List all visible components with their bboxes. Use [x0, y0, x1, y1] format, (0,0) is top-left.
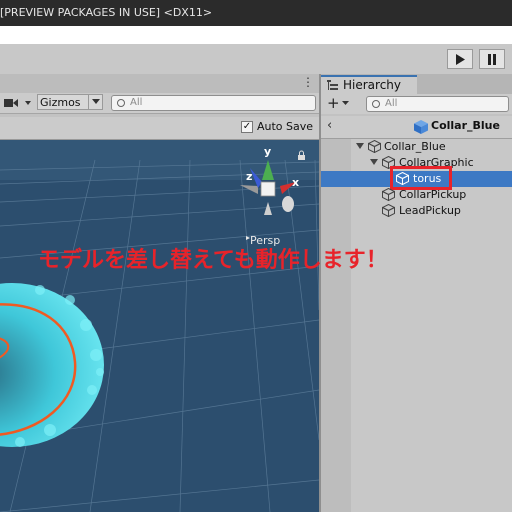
- hierarchy-toolbar: + All: [321, 94, 512, 114]
- scene-search-placeholder: All: [130, 97, 143, 108]
- scene-viewport[interactable]: y x z Persp: [0, 140, 319, 512]
- hierarchy-search-input[interactable]: All: [366, 96, 509, 112]
- scene-grid: y x z Persp: [0, 140, 319, 512]
- dropdown-divider: [88, 95, 89, 109]
- hierarchy-item-leadpickup[interactable]: LeadPickup: [321, 203, 512, 219]
- gameobject-cube-icon: [382, 204, 395, 217]
- scene-search-input[interactable]: All: [111, 95, 316, 111]
- gameobject-cube-icon: [396, 172, 409, 185]
- hierarchy-item-label: LeadPickup: [399, 204, 461, 217]
- hierarchy-search-placeholder: All: [385, 98, 398, 109]
- hierarchy-item-label: torus: [413, 172, 442, 185]
- breadcrumb-title: Collar_Blue: [431, 119, 500, 132]
- back-chevron-icon[interactable]: ‹: [327, 118, 332, 133]
- prefab-cube-icon: [414, 120, 428, 134]
- hierarchy-item-collar-blue[interactable]: Collar_Blue: [321, 139, 512, 155]
- auto-save-checkbox[interactable]: ✓: [241, 121, 253, 133]
- scene-toolbar: Gizmos All: [0, 93, 319, 114]
- pause-icon: [488, 53, 496, 65]
- hierarchy-icon: [327, 80, 338, 90]
- gameobject-cube-icon: [382, 188, 395, 201]
- main-toolbar: [0, 44, 512, 75]
- prefab-breadcrumb: ‹ Collar_Blue: [321, 116, 512, 139]
- scene-tab-header: ⋮: [0, 74, 319, 94]
- play-icon: [456, 53, 465, 65]
- add-button[interactable]: +: [327, 95, 340, 111]
- gizmo-axis-y: y: [264, 145, 271, 158]
- camera-icon: [4, 99, 31, 107]
- tab-hierarchy[interactable]: Hierarchy: [321, 75, 417, 94]
- camera-dropdown[interactable]: [4, 96, 34, 110]
- chevron-down-icon: [92, 99, 100, 104]
- chevron-down-icon: [342, 101, 349, 105]
- gameobject-cube-icon: [368, 140, 381, 153]
- window-title-bar: [PREVIEW PACKAGES IN USE] <DX11>: [0, 0, 512, 26]
- menu-bar: [0, 26, 512, 44]
- gizmo-axis-z: z: [246, 170, 252, 183]
- hierarchy-item-label: CollarPickup: [399, 188, 467, 201]
- pause-button[interactable]: [479, 49, 505, 69]
- annotation-caption: モデルを差し替えても動作します！: [38, 248, 388, 273]
- window-title: [PREVIEW PACKAGES IN USE] <DX11>: [0, 6, 213, 19]
- gizmos-label: Gizmos: [40, 96, 81, 109]
- hierarchy-tab-label: Hierarchy: [343, 78, 402, 92]
- expand-arrow-icon: [370, 159, 378, 165]
- panel-menu-icon[interactable]: ⋮: [302, 75, 314, 89]
- hierarchy-item-collarpickup[interactable]: CollarPickup: [321, 187, 512, 203]
- hierarchy-item-torus[interactable]: torus: [321, 166, 512, 190]
- hierarchy-item-label: Collar_Blue: [384, 140, 446, 153]
- play-button[interactable]: [447, 49, 473, 69]
- auto-save-label: Auto Save: [257, 120, 314, 133]
- expand-arrow-icon: [356, 143, 364, 149]
- scene-autosave-bar: ✓ Auto Save: [0, 117, 319, 140]
- gizmo-axis-x: x: [292, 176, 299, 189]
- gizmos-dropdown[interactable]: Gizmos: [37, 94, 103, 110]
